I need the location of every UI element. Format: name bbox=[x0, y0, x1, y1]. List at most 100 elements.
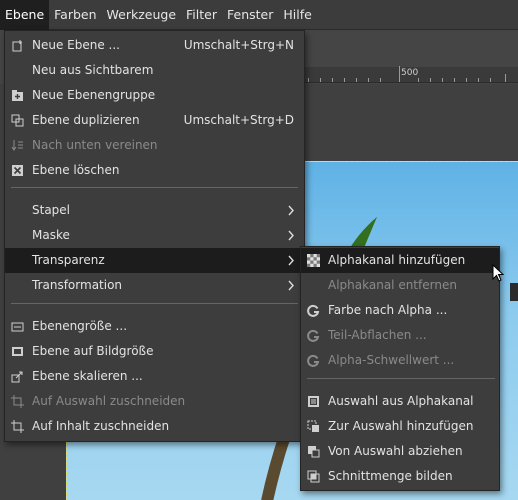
layer-to-image-size-icon bbox=[12, 347, 23, 356]
menu-item-new-layer-group[interactable]: Neue Ebenengruppe bbox=[5, 83, 304, 108]
menu-item-add-to-selection[interactable]: Zur Auswahl hinzufügen bbox=[301, 414, 499, 439]
menu-item-new-layer[interactable]: Neue Ebene ... Umschalt+Strg+N bbox=[5, 33, 304, 58]
menu-fenster[interactable]: Fenster bbox=[222, 0, 278, 30]
menu-item-label: Neue Ebenengruppe bbox=[32, 88, 156, 102]
ruler-tick bbox=[320, 78, 321, 82]
menu-item-transform[interactable]: Transformation bbox=[5, 273, 304, 298]
menu-item-label: Alphakanal hinzufügen bbox=[328, 253, 466, 267]
ruler-tick bbox=[478, 78, 479, 82]
ruler-tick bbox=[505, 74, 506, 82]
menu-item-threshold-alpha[interactable]: Alpha-Schwellwert ... bbox=[301, 348, 499, 373]
menu-separator bbox=[11, 187, 298, 188]
ruler-tick bbox=[490, 78, 491, 82]
subtract-from-selection-icon bbox=[308, 446, 320, 458]
menu-item-label: Maske bbox=[32, 228, 70, 242]
menu-item-label: Teil-Abflachen ... bbox=[328, 328, 427, 342]
menu-item-intersect-selection[interactable]: Schnittmenge bilden bbox=[301, 464, 499, 489]
menu-item-stack[interactable]: Stapel bbox=[5, 198, 304, 223]
new-layer-icon bbox=[12, 40, 22, 52]
menu-item-mask[interactable]: Maske bbox=[5, 223, 304, 248]
ruler-tick bbox=[332, 78, 333, 82]
gegl-icon bbox=[307, 354, 320, 367]
gegl-icon bbox=[307, 304, 320, 317]
menu-item-label: Ebene löschen bbox=[32, 163, 120, 177]
menu-item-layer-to-image-size[interactable]: Ebene auf Bildgröße bbox=[5, 339, 304, 364]
ruler-tick bbox=[344, 78, 345, 82]
crop-to-selection-icon bbox=[11, 395, 24, 408]
menu-item-new-from-visible[interactable]: Neu aus Sichtbarem bbox=[5, 58, 304, 83]
menu-item-delete-layer[interactable]: Ebene löschen bbox=[5, 158, 304, 183]
menu-item-label: Farbe nach Alpha ... bbox=[328, 303, 448, 317]
menu-item-merge-down[interactable]: Nach unten vereinen bbox=[5, 133, 304, 158]
menu-item-label: Schnittmenge bilden bbox=[328, 469, 453, 483]
menu-separator bbox=[11, 303, 298, 304]
horizontal-ruler[interactable]: 500 bbox=[300, 66, 518, 83]
menu-item-label: Auswahl aus Alphakanal bbox=[328, 394, 474, 408]
chevron-right-icon bbox=[288, 280, 294, 291]
menu-farben[interactable]: Farben bbox=[49, 0, 101, 30]
menu-item-label: Ebene skalieren ... bbox=[32, 369, 143, 383]
menu-item-label: Auf Inhalt zuschneiden bbox=[32, 419, 170, 433]
menu-item-label: Neue Ebene ... bbox=[32, 38, 120, 52]
menu-item-shortcut: Umschalt+Strg+N bbox=[183, 38, 294, 52]
ruler-tick bbox=[380, 78, 381, 82]
ruler-tick bbox=[454, 78, 455, 82]
menu-item-crop-to-content[interactable]: Auf Inhalt zuschneiden bbox=[5, 414, 304, 439]
menu-item-duplicate-layer[interactable]: Ebene duplizieren Umschalt+Strg+D bbox=[5, 108, 304, 133]
ruler-tick bbox=[356, 78, 357, 82]
chevron-right-icon bbox=[288, 205, 294, 216]
menu-item-label: Ebene duplizieren bbox=[32, 113, 140, 127]
ruler-tick bbox=[442, 78, 443, 82]
ruler-tick bbox=[430, 78, 431, 82]
new-layer-group-icon bbox=[12, 90, 23, 101]
menu-item-label: Transparenz bbox=[32, 253, 105, 267]
duplicate-layer-icon bbox=[11, 114, 24, 127]
menu-item-label: Transformation bbox=[32, 278, 123, 292]
menu-item-add-alpha-channel[interactable]: Alphakanal hinzufügen bbox=[301, 248, 499, 273]
menu-item-label: Ebene auf Bildgröße bbox=[32, 344, 154, 358]
menu-item-alpha-to-selection[interactable]: Auswahl aus Alphakanal bbox=[301, 389, 499, 414]
menu-item-label: Alphakanal entfernen bbox=[328, 278, 457, 292]
chevron-right-icon bbox=[288, 255, 294, 266]
layer-size-icon bbox=[11, 322, 24, 332]
menu-item-label: Von Auswahl abziehen bbox=[328, 444, 463, 458]
ruler-tick bbox=[308, 78, 309, 82]
selection-from-alpha-icon bbox=[308, 396, 319, 407]
menu-ebene[interactable]: Ebene bbox=[0, 0, 50, 30]
chevron-right-icon bbox=[288, 230, 294, 241]
menu-separator bbox=[307, 378, 495, 379]
menu-werkzeuge[interactable]: Werkzeuge bbox=[102, 0, 182, 30]
ruler-label: 500 bbox=[401, 68, 419, 78]
menu-item-subtract-from-selection[interactable]: Von Auswahl abziehen bbox=[301, 439, 499, 464]
ruler-tick bbox=[418, 78, 419, 82]
menu-item-label: Zur Auswahl hinzufügen bbox=[328, 419, 474, 433]
menu-item-shortcut: Umschalt+Strg+D bbox=[183, 113, 294, 127]
menu-item-remove-alpha-channel[interactable]: Alphakanal entfernen bbox=[301, 273, 499, 298]
delete-layer-icon bbox=[12, 165, 23, 176]
intersect-selection-icon bbox=[307, 470, 320, 483]
gegl-icon bbox=[307, 329, 320, 342]
menu-hilfe[interactable]: Hilfe bbox=[278, 0, 316, 30]
checkerboard-icon bbox=[307, 254, 320, 267]
crop-to-content-icon bbox=[11, 420, 24, 433]
menu-item-transparency[interactable]: Transparenz bbox=[5, 248, 304, 273]
menu-item-color-to-alpha[interactable]: Farbe nach Alpha ... bbox=[301, 298, 499, 323]
menubar: Ebene Farben Werkzeuge Filter Fenster Hi… bbox=[0, 0, 518, 30]
menu-item-layer-size[interactable]: Ebenengröße ... bbox=[5, 314, 304, 339]
layer-menu: Neue Ebene ... Umschalt+Strg+N Neu aus S… bbox=[4, 30, 305, 442]
menu-item-label: Auf Auswahl zuschneiden bbox=[32, 394, 186, 408]
menu-item-label: Nach unten vereinen bbox=[32, 138, 158, 152]
menu-item-label: Ebenengröße ... bbox=[32, 319, 128, 333]
ruler-major-tick bbox=[399, 66, 400, 82]
menu-item-label: Alpha-Schwellwert ... bbox=[328, 353, 455, 367]
ruler-tick bbox=[466, 78, 467, 82]
menu-filter[interactable]: Filter bbox=[181, 0, 222, 30]
menu-item-label: Stapel bbox=[32, 203, 71, 217]
menu-item-scale-layer[interactable]: Ebene skalieren ... bbox=[5, 364, 304, 389]
menu-item-semi-flatten[interactable]: Teil-Abflachen ... bbox=[301, 323, 499, 348]
ruler-tick bbox=[368, 78, 369, 82]
menu-item-crop-to-selection[interactable]: Auf Auswahl zuschneiden bbox=[5, 389, 304, 414]
mouse-cursor-icon bbox=[492, 264, 504, 282]
add-to-selection-icon bbox=[307, 420, 319, 432]
scale-layer-icon bbox=[11, 371, 23, 383]
